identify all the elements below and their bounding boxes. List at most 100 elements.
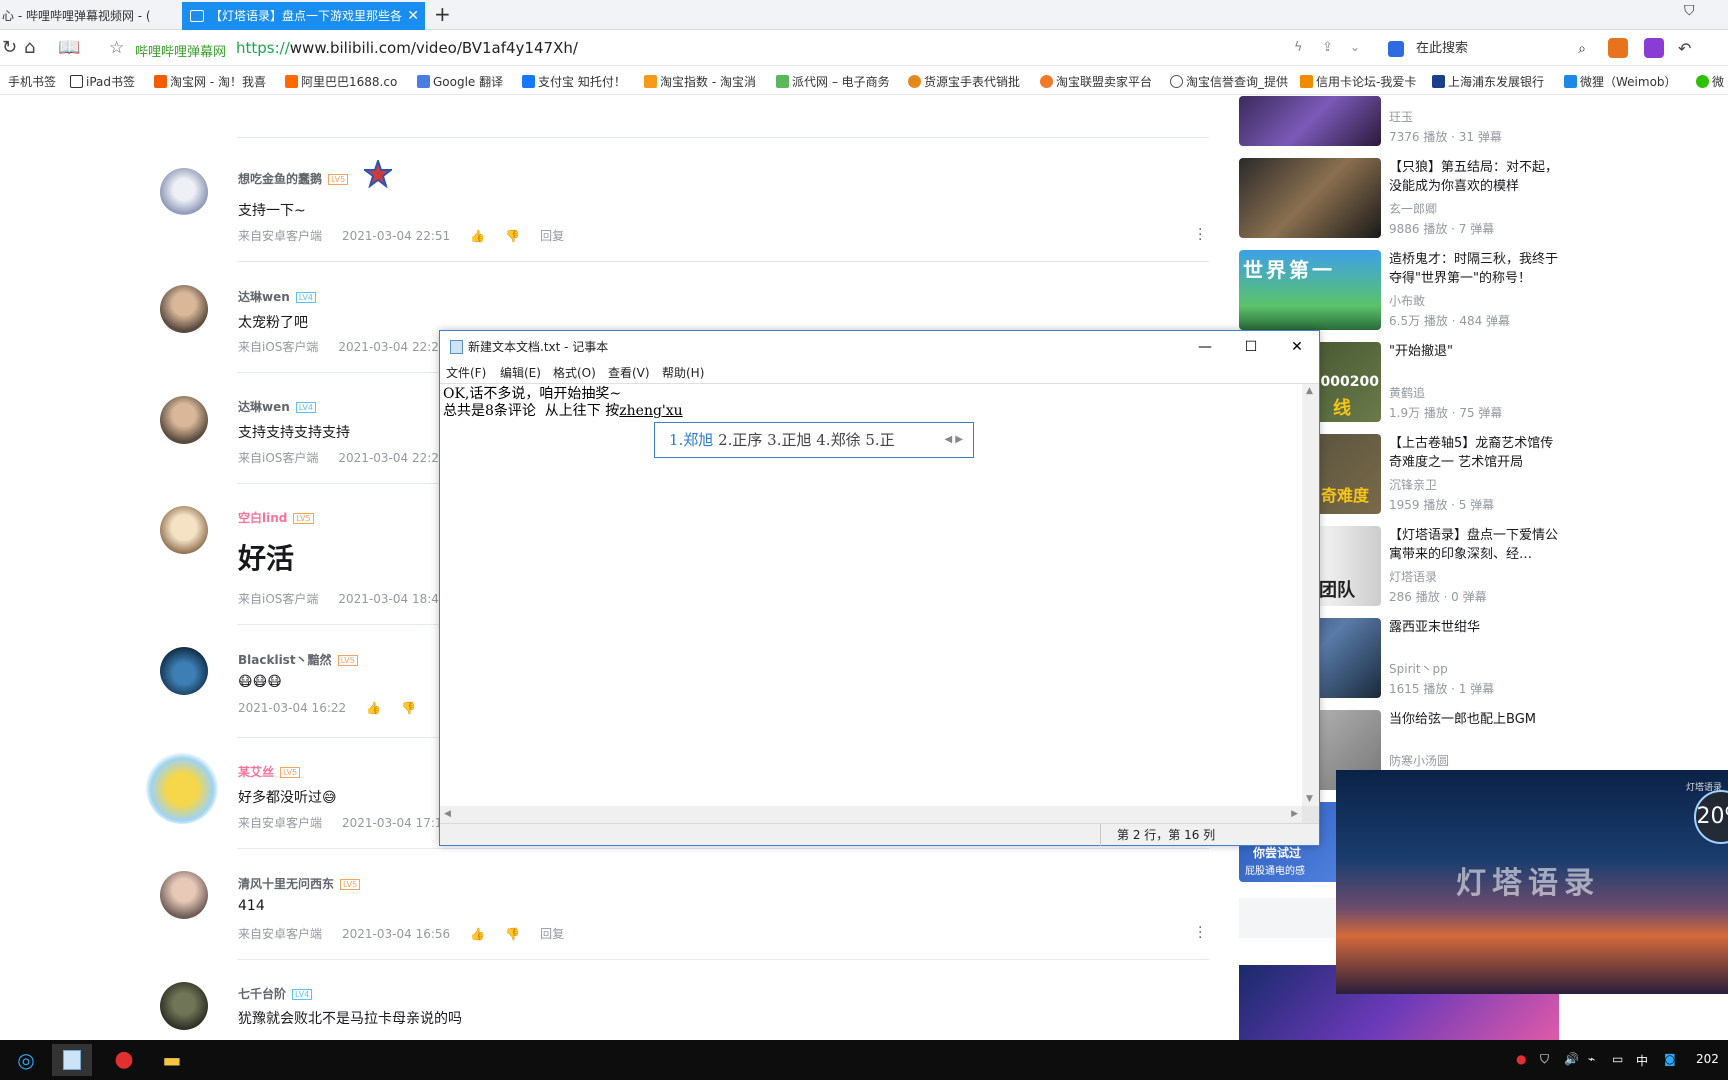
close-button[interactable]: ✕	[1274, 331, 1320, 363]
scroll-up-icon[interactable]: ▲	[1306, 386, 1313, 396]
bookmark-item[interactable]: 上海浦东发展银行	[1432, 73, 1544, 90]
search-engine-icon[interactable]	[1388, 41, 1404, 57]
comment-username[interactable]: 达琳wen LV4	[238, 398, 316, 415]
refresh-icon[interactable]: ↻	[2, 37, 17, 58]
lightning-icon[interactable]: ϟ	[1294, 40, 1303, 55]
tab-active-video[interactable]: 【灯塔语录】盘点一下游戏里那些各 ✕	[182, 2, 425, 30]
qq-search-icon[interactable]: ◎	[6, 1044, 46, 1076]
like-icon[interactable]: 👍	[366, 701, 381, 715]
monitor-icon[interactable]: ▭	[1612, 1052, 1623, 1066]
bookmark-item[interactable]: 阿里巴巴1688.co	[285, 73, 397, 90]
video-title[interactable]: 【灯塔语录】盘点一下爱情公寓带来的印象深刻、经…	[1389, 526, 1559, 564]
bookmark-item[interactable]: 淘宝指数 - 淘宝消	[644, 73, 756, 90]
reading-icon[interactable]: 📖	[58, 37, 80, 58]
comment-username[interactable]: 七千台阶 LV4	[238, 985, 313, 1002]
video-title[interactable]: 【只狼】第五结局：对不起，没能成为你喜欢的模样	[1389, 158, 1559, 196]
menu-format[interactable]: 格式(O)	[553, 363, 596, 383]
undo-icon[interactable]: ↶	[1678, 39, 1691, 58]
bookmark-item[interactable]: 微狸（Weimob）	[1564, 73, 1677, 90]
comment-username[interactable]: 清风十里无问西东 LV5	[238, 875, 361, 892]
dislike-icon[interactable]: 👎	[505, 229, 520, 243]
bookmark-item[interactable]: 支付宝 知托付！	[522, 73, 626, 90]
video-title[interactable]: 【上古卷轴5】龙裔艺术馆传奇难度之一 艺术馆开局	[1389, 434, 1559, 472]
scroll-down-icon[interactable]: ▼	[1306, 794, 1313, 804]
chevron-down-icon[interactable]: ⌄	[1350, 40, 1360, 54]
comment-username[interactable]: 想吃金鱼的蠢鹅 LV5	[238, 170, 349, 187]
ime-candidates[interactable]: 2.正序 3.正旭 4.郑徐 5.正	[718, 431, 895, 449]
bookmark-item[interactable]: 淘宝网 - 淘！我喜	[154, 73, 266, 90]
minimize-button[interactable]: —	[1182, 331, 1228, 363]
video-thumbnail[interactable]	[1239, 158, 1381, 238]
comment-username[interactable]: 某艾丝 LV5	[238, 763, 301, 780]
scroll-left-icon[interactable]: ◀	[444, 809, 451, 819]
uploader-name[interactable]: 小布敢	[1389, 292, 1425, 309]
dislike-icon[interactable]: 👎	[505, 927, 520, 941]
ad-banner[interactable]	[1239, 898, 1339, 938]
menu-edit[interactable]: 编辑(E)	[500, 363, 541, 383]
comment-username[interactable]: Blacklist丶黯然 LV5	[238, 651, 358, 668]
avatar[interactable]	[160, 168, 208, 216]
bookmark-item[interactable]: 派代网 – 电子商务	[776, 73, 890, 90]
bookmark-item[interactable]: 手机书签	[8, 73, 56, 90]
avatar[interactable]	[160, 647, 208, 695]
avatar[interactable]	[160, 285, 208, 333]
avatar[interactable]	[160, 506, 208, 554]
search-input[interactable]: 在此搜索	[1416, 41, 1468, 56]
close-tab-icon[interactable]: ✕	[407, 2, 419, 30]
uploader-name[interactable]: 玄一郎卿	[1389, 200, 1437, 217]
maximize-button[interactable]: ☐	[1228, 331, 1274, 363]
reply-button[interactable]: 回复	[540, 229, 564, 243]
avatar[interactable]	[160, 396, 208, 444]
record-tray-icon[interactable]: ●	[1516, 1052, 1526, 1066]
dislike-icon[interactable]: 👎	[401, 701, 416, 715]
bookmark-item[interactable]: 货源宝手表代销批	[908, 73, 1020, 90]
uploader-name[interactable]: Spirit丶pp	[1389, 660, 1448, 677]
video-thumbnail[interactable]: 世界第一	[1239, 250, 1381, 330]
menu-help[interactable]: 帮助(H)	[662, 363, 704, 383]
ime-candidate-selected[interactable]: 1.郑旭	[669, 431, 713, 449]
url-field[interactable]: https://www.bilibili.com/video/BV1af4y14…	[236, 39, 578, 57]
record-icon[interactable]: ●	[104, 1044, 144, 1076]
uploader-name[interactable]: 灯塔语录	[1389, 568, 1437, 585]
volume-icon[interactable]: 🔊	[1564, 1052, 1579, 1066]
video-title[interactable]: 造桥鬼才：时隔三秋，我终于夺得"世界第一"的称号！	[1389, 250, 1559, 288]
bookmark-item[interactable]: 信用卡论坛-我爱卡	[1300, 73, 1416, 90]
search-icon[interactable]: ⌕	[1578, 37, 1586, 61]
uploader-name[interactable]: 黄鹤追	[1389, 384, 1425, 401]
clock[interactable]: 202	[1696, 1052, 1719, 1066]
like-icon[interactable]: 👍	[470, 927, 485, 941]
bookmark-item[interactable]: Google 翻译	[417, 73, 503, 90]
comment-username[interactable]: 空白lind LV5	[238, 509, 314, 526]
tab-bilibili-home[interactable]: 心 - 哔哩哔哩弹幕视频网 - (	[0, 2, 165, 30]
uploader-name[interactable]: 沉锋亲卫	[1389, 476, 1437, 493]
vertical-scrollbar[interactable]: ▲ ▼	[1302, 384, 1319, 806]
more-options-icon[interactable]: · · ·	[1198, 921, 1202, 945]
qq-icon[interactable]: ◙	[1664, 1052, 1676, 1066]
horizontal-scrollbar[interactable]: ◀ ▶	[440, 806, 1302, 823]
ime-candidate-window[interactable]: 1.郑旭 2.正序 3.正旭 4.郑徐 5.正 ◀ ▶	[654, 422, 974, 458]
home-icon[interactable]: ⌂	[24, 37, 35, 58]
notepad-titlebar[interactable]: 新建文本文档.txt - 记事本 — ☐ ✕	[440, 331, 1319, 363]
video-title[interactable]: "开始撤退"	[1389, 342, 1559, 361]
search-box[interactable]: 在此搜索 ⌕	[1384, 37, 1592, 61]
menu-file[interactable]: 文件(F)	[446, 363, 486, 383]
game-icon[interactable]	[1608, 38, 1628, 58]
menu-view[interactable]: 查看(V)	[608, 363, 650, 383]
tab-menu-icon[interactable]: ⛉	[1684, 3, 1695, 19]
shield-icon[interactable]: ⛉	[1540, 1052, 1549, 1067]
bookmark-item[interactable]: 淘宝信誉查询_提供	[1170, 73, 1288, 90]
comment-username[interactable]: 达琳wen LV4	[238, 288, 316, 305]
notepad-taskbar-icon[interactable]	[52, 1044, 92, 1076]
input-language[interactable]: 中	[1636, 1052, 1648, 1069]
star-icon[interactable]: ☆	[109, 38, 124, 58]
translate-icon[interactable]	[1644, 38, 1664, 58]
uploader-name[interactable]: 防寒小汤圆	[1389, 752, 1449, 769]
uploader-name[interactable]: 玨玉	[1389, 108, 1413, 125]
avatar-pendant[interactable]	[146, 752, 218, 824]
scroll-right-icon[interactable]: ▶	[1291, 809, 1298, 819]
more-options-icon[interactable]: · · ·	[1198, 223, 1202, 247]
bookmark-item[interactable]: iPad书签	[70, 73, 135, 90]
avatar[interactable]	[160, 982, 208, 1030]
folder-icon[interactable]: ▬	[152, 1044, 192, 1076]
bookmark-item[interactable]: 微	[1696, 73, 1724, 90]
